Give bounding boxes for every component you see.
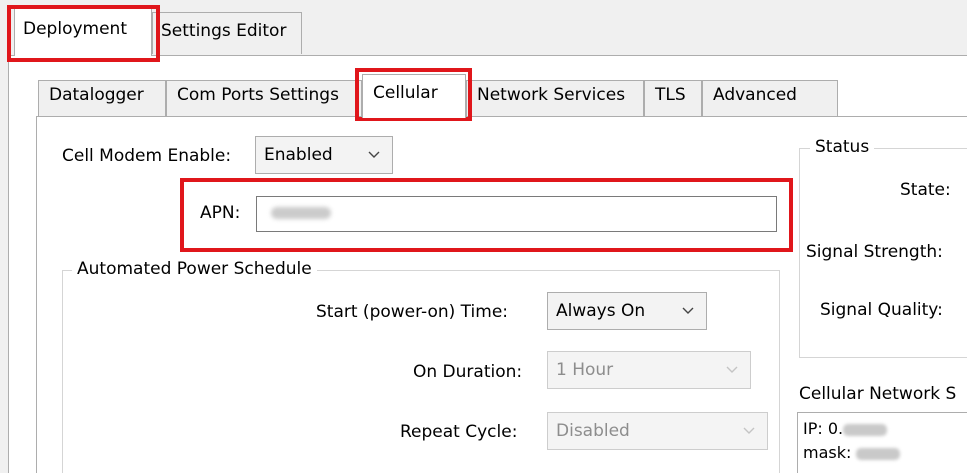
tab-datalogger-label: Datalogger xyxy=(49,85,144,105)
on-duration-select[interactable]: 1 Hour xyxy=(547,351,751,389)
tab-advanced-label: Advanced xyxy=(713,85,797,105)
apn-label: APN: xyxy=(200,203,241,223)
ip-value-redacted xyxy=(843,423,888,436)
start-time-label: Start (power-on) Time: xyxy=(316,302,509,322)
state-label: State: xyxy=(900,180,951,200)
ip-label: IP: 0. xyxy=(803,419,844,438)
power-schedule-title: Automated Power Schedule xyxy=(72,259,317,279)
chevron-down-icon xyxy=(682,307,694,314)
mask-label: mask: xyxy=(803,443,852,462)
apn-input[interactable] xyxy=(256,196,777,232)
tab-tls-label: TLS xyxy=(655,85,686,105)
tab-settings-editor-label: Settings Editor xyxy=(161,21,287,41)
tab-advanced[interactable]: Advanced xyxy=(702,80,838,116)
signal-strength-label: Signal Strength: xyxy=(806,242,943,262)
chevron-down-icon xyxy=(743,427,755,434)
mask-value-redacted xyxy=(856,447,901,460)
repeat-cycle-label: Repeat Cycle: xyxy=(400,422,518,442)
tab-cellular-label: Cellular xyxy=(373,83,438,103)
cellular-network-title: Cellular Network S xyxy=(799,384,957,404)
cell-modem-enable-select[interactable]: Enabled xyxy=(255,136,393,174)
tab-datalogger[interactable]: Datalogger xyxy=(38,80,166,116)
tab-settings-editor[interactable]: Settings Editor xyxy=(152,12,302,54)
chevron-down-icon xyxy=(368,151,380,158)
tab-cellular[interactable]: Cellular xyxy=(362,74,466,118)
apn-value-redacted xyxy=(271,207,331,219)
signal-quality-label: Signal Quality: xyxy=(820,300,943,320)
on-duration-value: 1 Hour xyxy=(556,360,614,380)
tab-deployment-label: Deployment xyxy=(23,19,127,39)
cell-modem-enable-value: Enabled xyxy=(264,145,333,165)
tab-tls[interactable]: TLS xyxy=(644,80,702,116)
mask-line: mask: xyxy=(803,443,901,462)
tab-com-ports-settings[interactable]: Com Ports Settings xyxy=(166,80,362,116)
cell-modem-enable-label: Cell Modem Enable: xyxy=(62,146,232,166)
chevron-down-icon xyxy=(726,366,738,373)
tab-network-services-label: Network Services xyxy=(477,85,626,105)
tab-com-ports-settings-label: Com Ports Settings xyxy=(177,85,339,105)
repeat-cycle-value: Disabled xyxy=(556,421,630,441)
status-title: Status xyxy=(810,137,875,157)
network-info-box: IP: 0. mask: xyxy=(797,412,967,473)
tab-network-services[interactable]: Network Services xyxy=(466,80,644,116)
start-time-select[interactable]: Always On xyxy=(547,292,707,330)
start-time-value: Always On xyxy=(556,301,646,321)
tab-deployment[interactable]: Deployment xyxy=(14,8,152,56)
repeat-cycle-select[interactable]: Disabled xyxy=(547,412,768,450)
on-duration-label: On Duration: xyxy=(413,362,523,382)
ip-line: IP: 0. xyxy=(803,419,888,438)
